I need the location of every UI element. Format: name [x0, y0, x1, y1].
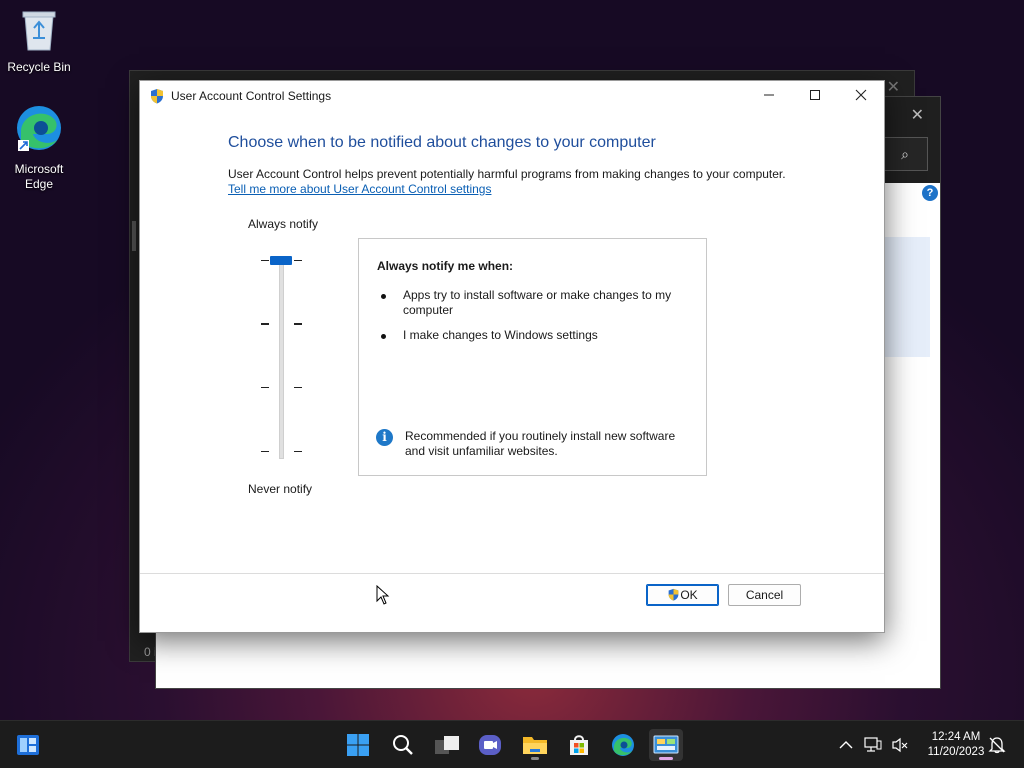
description-text: User Account Control helps prevent poten… — [228, 167, 786, 181]
edge-icon — [612, 734, 634, 756]
notification-level-slider-thumb[interactable] — [270, 256, 292, 265]
start-icon — [347, 734, 369, 756]
uac-shield-icon — [668, 588, 679, 601]
slider-tick — [261, 260, 269, 261]
learn-more-link[interactable]: Tell me more about User Account Control … — [228, 182, 491, 196]
desktop-icon-recycle-bin[interactable]: Recycle Bin — [1, 8, 77, 75]
taskbar: 12:24 AM 11/20/2023 — [0, 720, 1024, 768]
ok-button-label: OK — [680, 588, 698, 602]
slider-tick — [294, 387, 302, 388]
file-explorer-button[interactable] — [518, 729, 552, 761]
close-icon — [855, 89, 867, 101]
show-hidden-icons-button[interactable] — [836, 721, 856, 768]
slider-tick — [294, 323, 302, 325]
cancel-button[interactable]: Cancel — [728, 584, 801, 606]
slider-tick — [294, 451, 302, 452]
volume-button[interactable] — [889, 721, 911, 768]
task-view-button[interactable] — [430, 729, 464, 761]
ok-button[interactable]: OK — [646, 584, 719, 606]
bullet-icon — [381, 334, 386, 339]
edge-icon — [1, 104, 77, 158]
search-icon — [393, 735, 413, 755]
slider-tick — [261, 387, 269, 388]
slider-tick — [294, 260, 302, 261]
clock-time: 12:24 AM — [931, 731, 981, 743]
page-heading: Choose when to be notified about changes… — [228, 134, 656, 151]
widgets-button[interactable] — [11, 729, 45, 761]
volume-muted-icon — [892, 737, 908, 753]
recycle-bin-icon — [1, 8, 77, 56]
control-panel-icon — [653, 735, 679, 754]
running-indicator — [531, 757, 539, 760]
desktop-icon-label: Recycle Bin — [7, 60, 71, 74]
info-icon: i — [376, 429, 393, 446]
desktop-icon-edge[interactable]: Microsoft Edge — [1, 104, 77, 192]
window-title: User Account Control Settings — [171, 89, 332, 103]
bullet-text: Apps try to install software or make cha… — [403, 288, 672, 317]
notifications-button[interactable] — [986, 721, 1008, 768]
clock-date: 11/20/2023 — [927, 746, 985, 758]
close-icon[interactable]: ✕ — [887, 77, 900, 97]
chevron-up-icon — [839, 741, 853, 749]
bullet-icon — [381, 294, 386, 299]
search-button[interactable] — [386, 729, 420, 761]
taskbar-clock[interactable]: 12:24 AM 11/20/2023 — [916, 730, 996, 760]
info-title: Always notify me when: — [377, 259, 514, 273]
help-icon[interactable]: ? — [922, 185, 938, 201]
cancel-button-label: Cancel — [745, 588, 784, 602]
start-button[interactable] — [341, 729, 375, 761]
uac-shield-icon — [149, 88, 165, 107]
network-button[interactable] — [862, 721, 884, 768]
maximize-button[interactable] — [792, 81, 838, 111]
title-bar[interactable]: User Account Control Settings — [140, 81, 884, 111]
desktop-icon-label: Microsoft Edge — [14, 162, 64, 191]
slider-tick — [261, 451, 269, 452]
mouse-cursor-icon — [376, 585, 390, 605]
notification-level-slider-track[interactable] — [279, 256, 284, 459]
scrollbar-fragment — [132, 221, 136, 251]
close-icon[interactable]: ✕ — [911, 105, 924, 125]
level-description-box: Always notify me when: Apps try to insta… — [358, 238, 707, 476]
chat-button[interactable] — [473, 729, 507, 761]
recommendation-text: Recommended if you routinely install new… — [405, 429, 676, 458]
edge-button[interactable] — [606, 729, 640, 761]
maximize-icon — [810, 90, 820, 100]
bullet-text: I make changes to Windows settings — [403, 328, 598, 342]
slider-top-label: Always notify — [248, 217, 319, 231]
slider-tick — [261, 323, 269, 325]
uac-settings-dialog: User Account Control Settings Choose whe… — [139, 80, 885, 633]
notification-bell-icon — [988, 737, 1006, 754]
store-icon — [570, 735, 588, 755]
task-view-icon — [435, 736, 459, 754]
footer-divider — [140, 573, 884, 574]
network-icon — [864, 737, 882, 752]
control-panel-button[interactable] — [649, 729, 683, 761]
slider-bottom-label: Never notify — [248, 482, 313, 496]
minimize-icon — [764, 94, 774, 96]
file-explorer-icon — [523, 737, 547, 754]
active-indicator — [659, 757, 673, 760]
minimize-button[interactable] — [746, 81, 792, 111]
close-button[interactable] — [838, 81, 884, 111]
teams-chat-icon — [479, 735, 501, 755]
widgets-icon — [17, 735, 39, 755]
search-icon[interactable]: ⌕ — [882, 137, 928, 171]
store-button[interactable] — [562, 729, 596, 761]
